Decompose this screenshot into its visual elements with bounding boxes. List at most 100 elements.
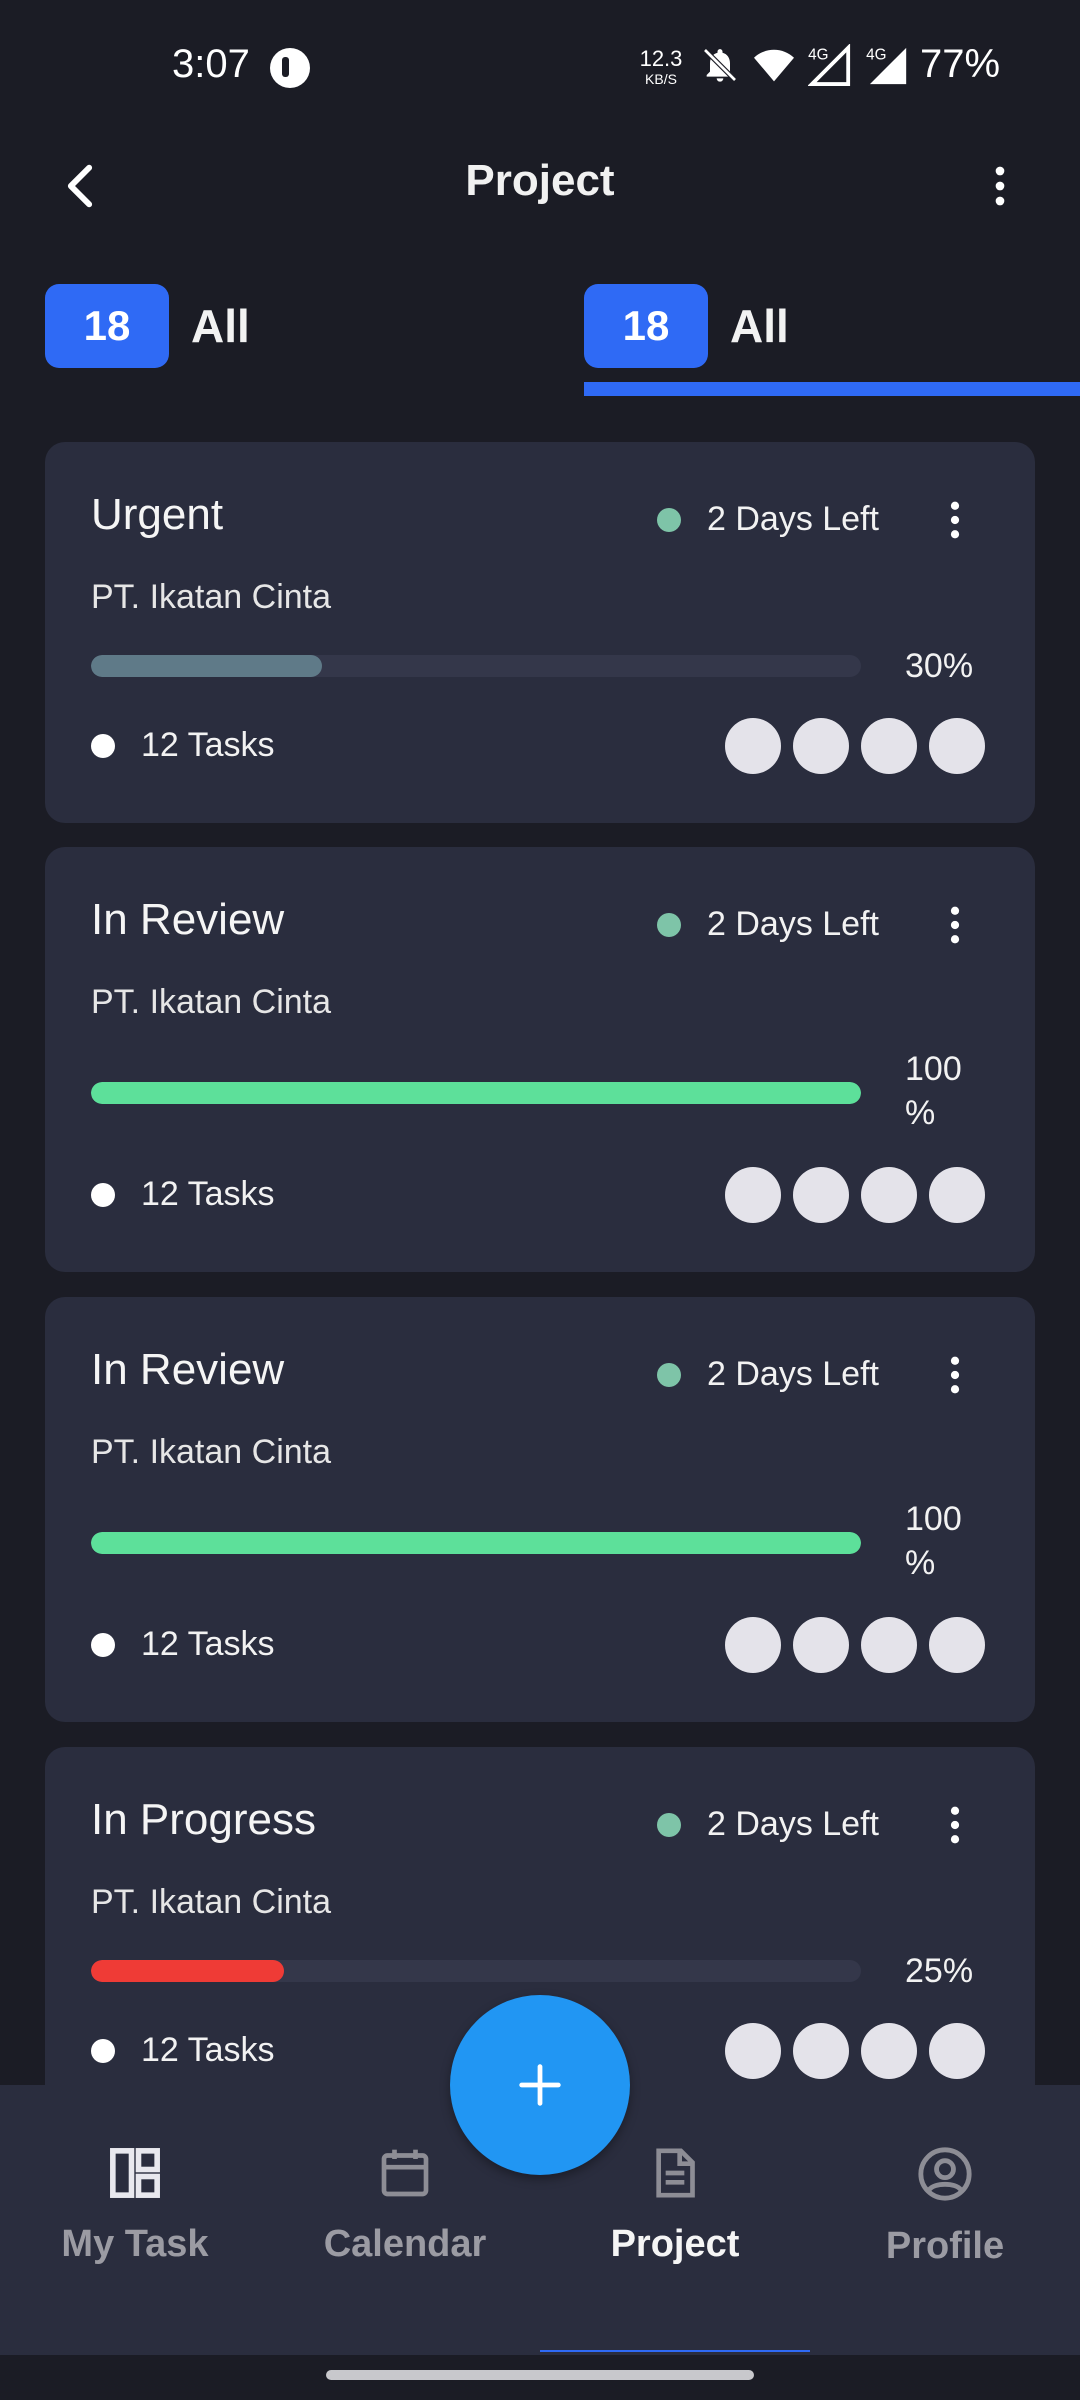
tasks-dot-icon	[91, 734, 115, 758]
avatar	[861, 2023, 917, 2079]
progress-fill	[91, 1532, 861, 1554]
progress-fill	[91, 655, 322, 677]
bell-off-icon	[703, 48, 737, 82]
avatar	[861, 1617, 917, 1673]
card-status-title: Urgent	[91, 490, 224, 539]
calendar-icon	[381, 2149, 429, 2197]
status-icons: 4G 4G	[700, 44, 912, 86]
avatar	[929, 1167, 985, 1223]
avatar	[725, 718, 781, 774]
progress-bar	[91, 1532, 861, 1554]
tab-all-first[interactable]: 18 All	[45, 284, 250, 368]
tasks-dot-icon	[91, 1633, 115, 1657]
app-notification-icon	[270, 48, 310, 88]
card-menu-button[interactable]	[935, 490, 975, 550]
card-status-title: In Review	[91, 1345, 285, 1394]
tasks-dot-icon	[91, 1183, 115, 1207]
avatar	[725, 1617, 781, 1673]
member-avatars	[725, 1617, 985, 1673]
signal-4g-full-icon: 4G	[866, 46, 907, 85]
nav-item-my-task[interactable]: My Task	[0, 2145, 270, 2295]
tab-count-badge: 18	[45, 284, 169, 368]
document-icon	[656, 2148, 695, 2198]
nav-label: Calendar	[323, 2223, 487, 2265]
card-menu-button[interactable]	[935, 1345, 975, 1405]
status-dot-icon	[657, 1363, 681, 1387]
svg-text:4G: 4G	[866, 46, 886, 63]
progress-bar	[91, 655, 861, 677]
progress-percent: 25%	[905, 1952, 974, 1990]
progress-percent: 30%	[905, 647, 974, 685]
card-status-title: In Review	[91, 895, 285, 944]
days-left-label: 2 Days Left	[707, 1805, 879, 1843]
project-card[interactable]: Urgent 2 Days Left PT. Ikatan Cinta 30% …	[45, 442, 1035, 823]
tasks-count: 12 Tasks	[141, 1175, 275, 1213]
progress-fill	[91, 1082, 861, 1104]
tasks-count: 12 Tasks	[141, 1625, 275, 1663]
member-avatars	[725, 718, 985, 774]
progress-percent: 100 %	[905, 1050, 962, 1132]
avatar	[725, 1167, 781, 1223]
avatar	[861, 718, 917, 774]
tasks-count: 12 Tasks	[141, 726, 275, 764]
progress-bar	[91, 1960, 861, 1982]
avatar	[793, 718, 849, 774]
network-speed: 12.3 KB/S	[639, 46, 683, 87]
tab-label: All	[730, 300, 789, 352]
more-vertical-icon	[995, 166, 1005, 206]
avatar	[929, 2023, 985, 2079]
tab-label: All	[191, 300, 250, 352]
avatar	[929, 1617, 985, 1673]
member-avatars	[725, 1167, 985, 1223]
status-dot-icon	[657, 508, 681, 532]
company-name: PT. Ikatan Cinta	[91, 578, 332, 616]
more-vertical-icon	[950, 906, 960, 944]
active-tab-indicator	[584, 382, 1080, 396]
avatar	[793, 1617, 849, 1673]
progress-fill	[91, 1960, 284, 1982]
tasks-count: 12 Tasks	[141, 2031, 275, 2069]
status-dot-icon	[657, 913, 681, 937]
tasks-dot-icon	[91, 2039, 115, 2063]
dashboard-icon	[110, 2148, 160, 2198]
status-dot-icon	[657, 1813, 681, 1837]
wifi-icon	[754, 49, 794, 82]
avatar	[929, 718, 985, 774]
nav-item-project[interactable]: Project	[540, 2145, 810, 2295]
nav-item-profile[interactable]: Profile	[810, 2145, 1080, 2295]
progress-bar	[91, 1082, 861, 1104]
add-project-button[interactable]	[450, 1995, 630, 2175]
company-name: PT. Ikatan Cinta	[91, 1433, 332, 1471]
card-status-title: In Progress	[91, 1795, 316, 1844]
tab-all-second[interactable]: 18 All	[584, 284, 789, 368]
member-avatars	[725, 2023, 985, 2079]
nav-item-calendar[interactable]: Calendar	[270, 2145, 540, 2295]
plus-icon	[519, 2064, 561, 2106]
days-left-label: 2 Days Left	[707, 500, 879, 538]
card-menu-button[interactable]	[935, 1795, 975, 1855]
card-menu-button[interactable]	[935, 895, 975, 955]
company-name: PT. Ikatan Cinta	[91, 1883, 332, 1921]
svg-text:4G: 4G	[808, 46, 828, 63]
more-options-button[interactable]	[970, 156, 1030, 216]
tab-count-badge: 18	[584, 284, 708, 368]
avatar	[793, 1167, 849, 1223]
page-title: Project	[465, 156, 615, 205]
more-vertical-icon	[950, 1806, 960, 1844]
avatar	[725, 2023, 781, 2079]
status-bar: 3:07 12.3 KB/S 4G 4G 77%	[0, 0, 1080, 136]
project-card[interactable]: In Review 2 Days Left PT. Ikatan Cinta 1…	[45, 847, 1035, 1272]
status-time: 3:07	[172, 42, 250, 86]
more-vertical-icon	[950, 501, 960, 539]
company-name: PT. Ikatan Cinta	[91, 983, 332, 1021]
filter-tabs: 18 All 18 All	[0, 282, 1080, 397]
active-nav-indicator	[540, 2350, 810, 2352]
nav-label: Profile	[885, 2225, 1005, 2267]
app-bar: Project	[0, 136, 1080, 226]
user-circle-icon	[918, 2147, 972, 2201]
project-card[interactable]: In Review 2 Days Left PT. Ikatan Cinta 1…	[45, 1297, 1035, 1722]
battery-level: 77%	[920, 42, 1001, 86]
more-vertical-icon	[950, 1356, 960, 1394]
days-left-label: 2 Days Left	[707, 905, 879, 943]
nav-label: Project	[610, 2223, 740, 2265]
